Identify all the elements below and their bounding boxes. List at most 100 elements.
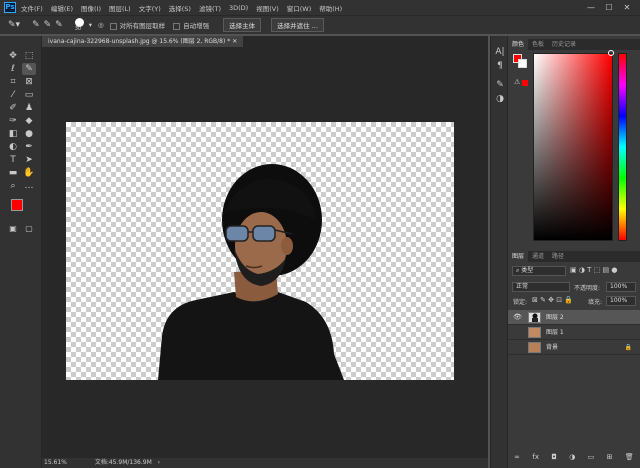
stamp-icon[interactable]: ♟ [22,102,36,114]
sample-all-layers-checkbox[interactable] [109,22,117,30]
add-mask-icon[interactable]: ◘ [551,453,557,461]
opacity-input[interactable]: 100% [606,282,636,292]
pen-icon[interactable]: ✒ [22,141,36,153]
document-info[interactable]: 文档:45.9M/136.9M [95,459,152,466]
subtract-selection-icon[interactable]: ✎ [55,20,63,30]
text-icon[interactable]: T [6,154,20,166]
hue-slider[interactable] [618,53,627,241]
tab-color[interactable]: 颜色 [508,39,529,50]
color-bg-swatch[interactable] [518,59,527,68]
tab-channels[interactable]: 通道 [528,251,548,262]
layer-name: 图层 1 [546,329,564,336]
layer-kind-filter[interactable]: ⌕ 类型 [512,266,566,276]
select-and-mask-button[interactable]: 选择并遮住 ... [271,18,324,32]
new-layer-icon[interactable]: ⊞ [607,453,613,461]
auto-enhance-checkbox[interactable] [173,22,181,30]
color-field-cursor [608,50,614,56]
brush-angle-icon[interactable]: ◎ [98,21,104,29]
menu-layer[interactable]: 图层(L) [109,3,131,13]
menu-view[interactable]: 视图(V) [256,3,279,13]
select-subject-button[interactable]: 选择主体 [223,18,262,32]
gamut-swatch[interactable] [522,80,528,86]
marquee-icon[interactable]: ⬚ [22,50,36,62]
delete-layer-icon[interactable]: 🗑 [625,453,634,461]
brush-icon[interactable]: ✐ [6,102,20,114]
tab-swatches[interactable]: 色板 [528,39,548,50]
blur-icon[interactable]: ● [22,128,36,140]
character-panel-icon[interactable]: A| [493,46,507,58]
canvas-background[interactable] [42,47,488,461]
history-brush-icon[interactable]: ✑ [6,115,20,127]
quick-select-icon[interactable]: ✎ [22,63,36,75]
new-group-icon[interactable]: ▭ [588,453,595,461]
menu-file[interactable]: 文件(F) [21,3,43,13]
menu-window[interactable]: 窗口(W) [287,3,312,13]
new-selection-icon[interactable]: ✎ [32,20,40,30]
menu-help[interactable]: 帮助(H) [319,3,342,13]
brush-dropdown-icon[interactable]: ▾ [89,21,92,29]
gradient-icon[interactable]: ◧ [6,128,20,140]
zoom-level[interactable]: 15.61% [44,459,67,466]
layers-footer: ∞ fx ◘ ◑ ▭ ⊞ 🗑 [508,450,640,464]
crop-icon[interactable]: ⌗ [6,76,20,88]
minimize-button[interactable]: — [582,0,600,15]
tab-paths[interactable]: 路径 [548,251,568,262]
layer-row[interactable]: 背景 🔒 [508,340,640,355]
more-tools-icon[interactable]: … [22,180,36,192]
tool-preset-icon[interactable]: ✎▾ [8,20,20,30]
fill-label: 填充: [588,299,603,306]
path-select-icon[interactable]: ➤ [22,154,36,166]
status-arrow-icon[interactable]: › [158,459,160,466]
eraser-icon[interactable]: ◆ [22,115,36,127]
brush-size-label: 30 [74,26,82,32]
frame-icon[interactable]: ⊠ [22,76,36,88]
auto-enhance-option[interactable]: 自动增强 [173,20,209,30]
layer-kind-label: 类型 [521,267,534,274]
lock-icons[interactable]: ⊠ ✎ ✥ ⊡ 🔒 [532,296,573,304]
layer-row[interactable]: 👁 图层 2 [508,310,640,325]
hand-icon[interactable]: ✋ [22,167,36,179]
move-icon[interactable]: ✥ [6,50,20,62]
screen-mode-icon[interactable]: ▢ [22,223,36,235]
document-tab[interactable]: ivana-cajina-322968-unsplash.jpg @ 15.6%… [42,36,244,47]
opacity-label: 不透明度: [574,285,601,292]
tab-layers[interactable]: 图层 [508,251,529,262]
quick-mask-icon[interactable]: ▣ [6,223,20,235]
tool-presets-icon[interactable]: ✎ [493,79,507,91]
brush-picker[interactable]: 30 [73,18,87,32]
adjustments-icon[interactable]: ◑ [493,93,507,105]
blend-mode-select[interactable]: 正常 [512,282,570,292]
menu-3d[interactable]: 3D(D) [229,4,248,12]
menu-type[interactable]: 文字(Y) [139,3,161,13]
eyedropper-icon[interactable]: ⁄ [6,89,20,101]
add-selection-icon[interactable]: ✎ [44,20,52,30]
menu-edit[interactable]: 编辑(E) [51,3,73,13]
lasso-icon[interactable]: ℓ [6,63,20,75]
close-button[interactable]: ✕ [618,0,636,15]
zoom-icon[interactable]: ⌕ [6,180,20,192]
dodge-icon[interactable]: ◐ [6,141,20,153]
adjustment-layer-icon[interactable]: ◑ [569,453,575,461]
foreground-color-swatch[interactable] [11,199,23,211]
close-doc-icon[interactable]: ✕ [232,38,237,45]
layer-row[interactable]: 图层 1 [508,325,640,340]
sample-all-layers-option[interactable]: 对所有图层取样 [109,20,165,30]
lock-label: 锁定: [513,299,528,306]
canvas-image[interactable] [66,122,454,380]
link-layers-icon[interactable]: ∞ [514,453,520,461]
maximize-button[interactable]: ☐ [600,0,618,15]
shape-icon[interactable]: ▬ [6,167,20,179]
menu-select[interactable]: 选择(S) [169,3,191,13]
visibility-eye-icon[interactable]: 👁 [513,310,522,325]
menu-image[interactable]: 图像(I) [81,3,101,13]
paragraph-panel-icon[interactable]: ¶ [493,60,507,72]
fill-input[interactable]: 100% [606,296,636,306]
auto-enhance-label: 自动增强 [183,22,210,30]
healing-icon[interactable]: ▭ [22,89,36,101]
tab-history[interactable]: 历史记录 [548,39,580,50]
color-panel-tabs: 颜色 色板 历史记录 [508,39,640,50]
color-field[interactable] [533,53,613,241]
layer-style-icon[interactable]: fx [532,453,539,461]
layer-filter-icons[interactable]: ▣ ◑ T ⬚ ▤ ● [570,266,617,274]
menu-filter[interactable]: 滤镜(T) [199,3,221,13]
